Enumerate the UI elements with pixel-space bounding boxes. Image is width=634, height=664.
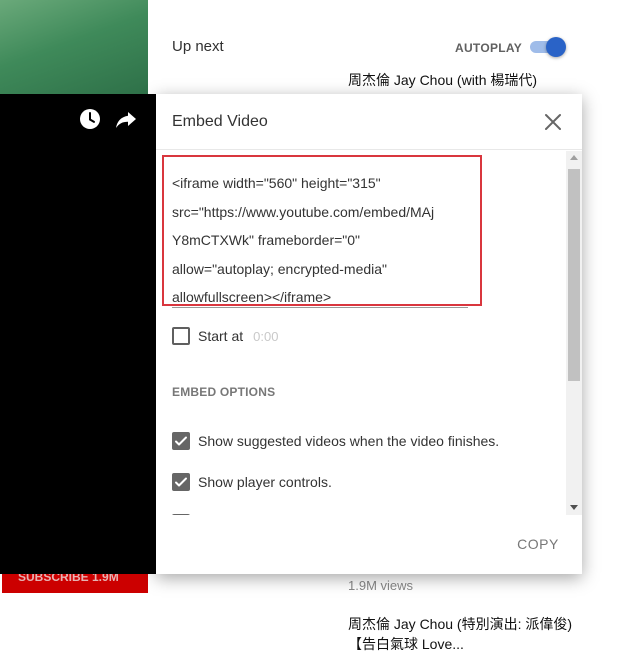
embed-video-dialog: Embed Video <iframe width="560" height="… — [156, 94, 582, 574]
option-row-suggested: Show suggested videos when the video fin… — [172, 431, 499, 451]
close-button[interactable] — [542, 111, 564, 133]
embed-code-line: src="https://www.youtube.com/embed/MAj — [172, 203, 435, 220]
next-option-checkbox[interactable] — [172, 514, 190, 515]
next-video-title[interactable]: 周杰倫 Jay Chou (with 楊瑞代) — [348, 70, 578, 90]
embed-code-line: allow="autoplay; encrypted-media" — [172, 260, 388, 277]
embed-code-underline — [172, 307, 468, 308]
player-controls-label: Show player controls. — [198, 474, 332, 490]
checkmark-icon — [175, 477, 187, 487]
dialog-title: Embed Video — [172, 113, 268, 130]
start-at-time-input[interactable]: 0:00 — [253, 329, 278, 344]
autoplay-toggle-knob — [546, 37, 566, 57]
video-player[interactable] — [0, 94, 156, 574]
embed-code-textarea[interactable]: <iframe width="560" height="315" src="ht… — [172, 169, 472, 312]
scroll-up-arrow-icon[interactable] — [570, 155, 578, 160]
copy-button[interactable]: COPY — [512, 532, 564, 556]
video-views: 1.9M views — [348, 578, 414, 593]
clock-icon[interactable] — [78, 107, 102, 131]
checkmark-icon — [175, 436, 187, 446]
option-row-partial — [172, 513, 190, 515]
autoplay-toggle[interactable] — [530, 37, 566, 57]
share-icon[interactable] — [114, 107, 138, 131]
scroll-thumb[interactable] — [568, 169, 580, 381]
embed-code-line: Y8mCTXWk" frameborder="0" — [172, 232, 361, 248]
start-at-checkbox[interactable] — [172, 327, 190, 345]
dialog-body: <iframe width="560" height="315" src="ht… — [156, 151, 566, 515]
embed-options-heading: EMBED OPTIONS — [172, 385, 276, 399]
up-next-heading: Up next — [172, 38, 224, 55]
suggested-videos-checkbox[interactable] — [172, 432, 190, 450]
start-at-row: Start at 0:00 — [172, 326, 278, 346]
dialog-scrollbar[interactable] — [566, 151, 582, 515]
option-row-controls: Show player controls. — [172, 472, 332, 492]
scroll-down-arrow-icon[interactable] — [570, 505, 578, 510]
video-thumbnail[interactable] — [0, 0, 148, 96]
start-at-label: Start at — [198, 328, 244, 344]
player-controls-checkbox[interactable] — [172, 473, 190, 491]
embed-code-line: <iframe width="560" height="315" — [172, 175, 381, 191]
suggested-video-title[interactable]: 周杰倫 Jay Chou (特別演出: 派偉俊)【告白氣球 Love... — [348, 614, 578, 654]
subscribe-button[interactable]: SUBSCRIBE 1.9M — [2, 574, 148, 593]
suggested-videos-label: Show suggested videos when the video fin… — [198, 433, 500, 449]
dialog-header: Embed Video — [156, 94, 582, 150]
close-icon — [545, 114, 561, 130]
autoplay-label: AUTOPLAY — [455, 41, 523, 55]
